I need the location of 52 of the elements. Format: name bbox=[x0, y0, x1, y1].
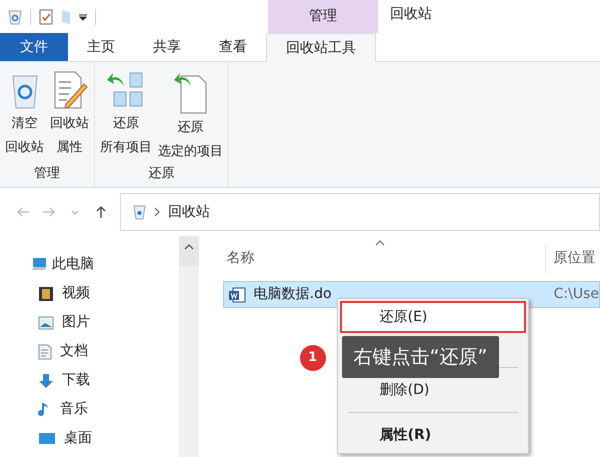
button-label: 还原 bbox=[113, 115, 139, 133]
ribbon-tab[interactable]: 回收站工具 bbox=[266, 33, 376, 62]
nav-item[interactable]: 视频 bbox=[0, 279, 179, 308]
checkmark-document-icon[interactable] bbox=[39, 8, 53, 24]
ribbon-button[interactable]: 还原 所有项目 bbox=[99, 70, 153, 162]
button-label: 属性 bbox=[56, 139, 82, 157]
button-label: 所有项目 bbox=[100, 139, 152, 157]
group-label: 还原 bbox=[148, 164, 174, 182]
file-location: C:\Use bbox=[552, 285, 599, 304]
scrollbar[interactable] bbox=[178, 236, 199, 457]
picture-icon bbox=[38, 316, 54, 330]
scroll-up-icon[interactable] bbox=[184, 244, 194, 250]
column-header[interactable]: 名称 bbox=[226, 248, 545, 269]
nav-item[interactable]: 文档 bbox=[0, 337, 179, 366]
nav-item[interactable]: 图片 bbox=[0, 308, 179, 337]
nav-item[interactable]: 桌面 bbox=[0, 424, 179, 453]
computer-icon bbox=[30, 256, 48, 272]
recycle-bin-icon bbox=[133, 204, 146, 220]
button-label: 还原 bbox=[178, 119, 204, 137]
document-icon bbox=[38, 344, 52, 360]
recycle-bin-icon[interactable] bbox=[8, 8, 22, 24]
word-document-icon bbox=[228, 286, 246, 304]
annotation-callout: 右键点击“还原” bbox=[342, 336, 500, 378]
window-title: 回收站 bbox=[389, 5, 432, 24]
group-label: 管理 bbox=[34, 164, 60, 182]
ribbon-button[interactable]: 清空 回收站 bbox=[4, 70, 45, 158]
address-path: 回收站 bbox=[168, 202, 210, 222]
document-pencil-icon bbox=[52, 70, 88, 110]
nav-item[interactable]: 此电脑 bbox=[0, 250, 179, 279]
chevron-icon bbox=[154, 207, 160, 217]
sort-caret-icon bbox=[374, 240, 385, 246]
button-label: 清空 bbox=[12, 115, 38, 133]
column-header[interactable]: 原位置 bbox=[546, 248, 596, 269]
context-tab-header: 管理 bbox=[268, 0, 378, 33]
ribbon-button[interactable]: 还原 选定的项目 bbox=[157, 70, 224, 162]
down-arrow-icon bbox=[38, 372, 54, 388]
button-label: 回收站 bbox=[5, 139, 44, 157]
file-name: 电脑数据.do bbox=[254, 285, 332, 304]
button-label: 回收站 bbox=[50, 115, 89, 133]
file-tab[interactable]: 文件 bbox=[0, 33, 68, 61]
dropdown-caret-icon[interactable] bbox=[79, 12, 87, 20]
menu-item[interactable]: 属性(R) bbox=[340, 419, 526, 451]
step-number-badge: 1 bbox=[300, 345, 326, 371]
nav-item[interactable]: 音乐 bbox=[0, 395, 179, 424]
desktop-icon bbox=[38, 432, 56, 446]
address-bar[interactable]: 回收站 bbox=[120, 193, 600, 231]
nav-item[interactable]: 下载 bbox=[0, 366, 179, 395]
button-label: 选定的项目 bbox=[158, 143, 223, 161]
film-icon bbox=[38, 286, 54, 302]
menu-item[interactable]: 还原(E) bbox=[340, 301, 526, 333]
ribbon-button[interactable]: 回收站 属性 bbox=[49, 70, 90, 158]
up-arrow-icon[interactable] bbox=[94, 205, 108, 219]
